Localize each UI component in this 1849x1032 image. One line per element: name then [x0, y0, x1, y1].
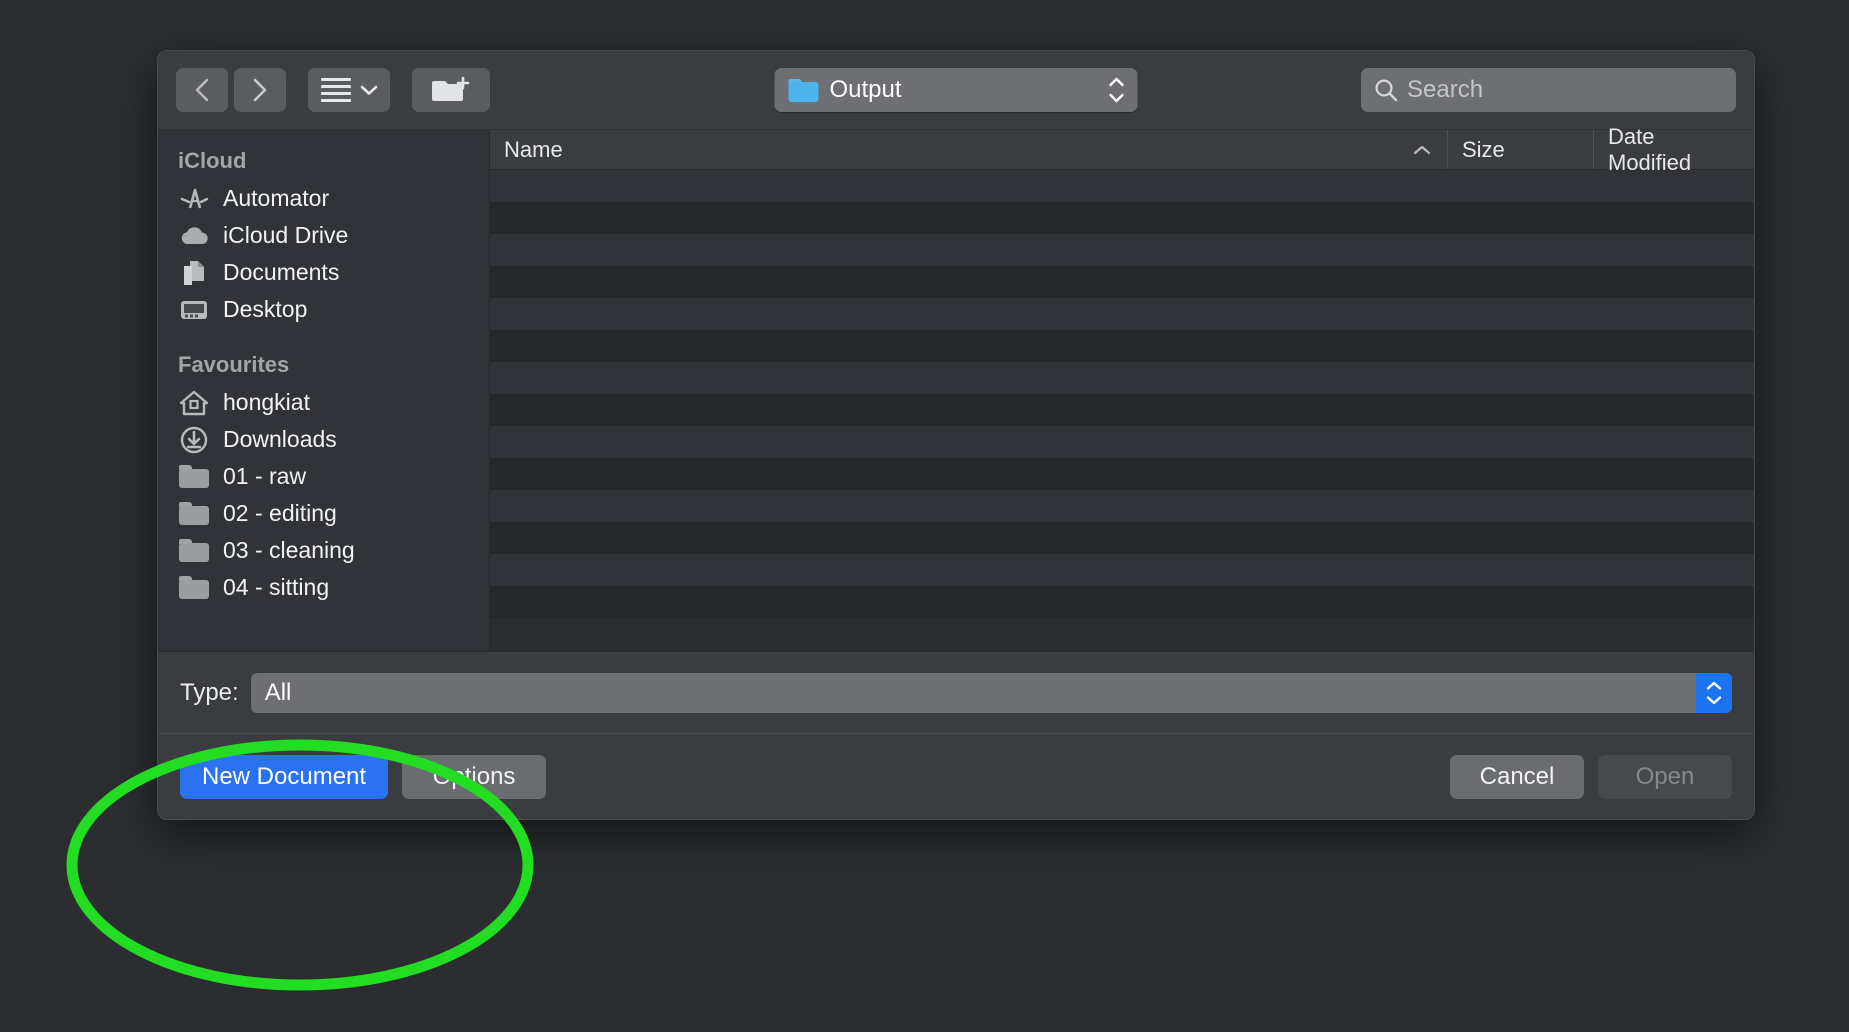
- sidebar-item-label: Automator: [223, 185, 330, 211]
- table-row[interactable]: [490, 586, 1754, 618]
- sidebar-item-label: iCloud Drive: [223, 222, 349, 248]
- table-row[interactable]: [490, 202, 1754, 234]
- sidebar-item-label: hongkiat: [223, 389, 310, 415]
- cloud-icon: [178, 222, 210, 250]
- sidebar-item-03-cleaning[interactable]: 03 - cleaning: [158, 532, 489, 569]
- sidebar-item-label: Downloads: [223, 426, 337, 452]
- downloads-icon: [178, 426, 210, 454]
- table-row[interactable]: [490, 234, 1754, 266]
- table-row[interactable]: [490, 490, 1754, 522]
- chevron-down-icon: [360, 85, 377, 95]
- folder-icon: [178, 574, 210, 602]
- desktop-icon: [178, 296, 210, 324]
- sidebar-item-desktop[interactable]: Desktop: [158, 291, 489, 328]
- sidebar-item-04-sitting[interactable]: 04 - sitting: [158, 569, 489, 606]
- type-filter-label: Type:: [180, 678, 239, 706]
- file-list-rows[interactable]: [490, 170, 1754, 651]
- navigation-buttons: [176, 68, 286, 112]
- column-header-label: Name: [504, 136, 563, 162]
- new-document-button[interactable]: New Document: [180, 754, 389, 799]
- sidebar-item-downloads[interactable]: Downloads: [158, 421, 489, 458]
- sidebar-item-02-editing[interactable]: 02 - editing: [158, 495, 489, 532]
- stepper-up-down-icon: [1106, 77, 1128, 103]
- open-file-dialog: Output Search iCloud Automator iCloud Dr…: [157, 50, 1755, 820]
- column-header-label: Date Modified: [1608, 123, 1692, 175]
- folder-icon: [178, 463, 210, 491]
- sidebar-item-label: 01 - raw: [223, 463, 307, 489]
- back-button[interactable]: [176, 68, 228, 112]
- documents-icon: [178, 259, 210, 287]
- options-button[interactable]: Options: [402, 754, 547, 799]
- sidebar[interactable]: iCloud Automator iCloud Drive Documents …: [158, 130, 490, 651]
- list-view-icon: [320, 78, 351, 102]
- sidebar-item-01-raw[interactable]: 01 - raw: [158, 458, 489, 495]
- sidebar-section-icloud-title: iCloud: [178, 148, 247, 173]
- search-input[interactable]: Search: [1361, 68, 1736, 112]
- search-placeholder: Search: [1407, 76, 1484, 103]
- sidebar-item-label: Desktop: [223, 296, 308, 322]
- stepper-up-down-icon[interactable]: [1696, 672, 1732, 713]
- new-folder-icon: [432, 76, 470, 101]
- column-header-date-modified[interactable]: Date Modified: [1594, 124, 1754, 175]
- column-header-size[interactable]: Size: [1448, 130, 1594, 169]
- dialog-body: iCloud Automator iCloud Drive Documents …: [158, 124, 1754, 651]
- type-filter-select[interactable]: All: [250, 672, 1732, 713]
- table-row[interactable]: [490, 362, 1754, 394]
- column-header-label: Size: [1462, 136, 1505, 162]
- table-row[interactable]: [490, 330, 1754, 362]
- forward-button[interactable]: [234, 68, 286, 112]
- sidebar-item-automator[interactable]: Automator: [158, 180, 489, 217]
- column-header-name[interactable]: Name: [490, 130, 1448, 169]
- sidebar-item-label: 04 - sitting: [223, 574, 330, 600]
- sidebar-item-documents[interactable]: Documents: [158, 254, 489, 291]
- table-row[interactable]: [490, 522, 1754, 554]
- home-icon: [178, 389, 210, 417]
- sidebar-item-hongkiat[interactable]: hongkiat: [158, 384, 489, 421]
- dialog-action-bar: New Document Options Cancel Open: [158, 733, 1754, 819]
- search-icon: [1375, 79, 1398, 102]
- chevron-right-icon: [253, 78, 267, 102]
- screen: Output Search iCloud Automator iCloud Dr…: [0, 0, 1849, 1032]
- table-row[interactable]: [490, 298, 1754, 330]
- file-list-pane: Name Size Date Modified: [490, 124, 1754, 651]
- file-list-header: Name Size Date Modified: [490, 124, 1754, 175]
- folder-icon: [178, 500, 210, 528]
- new-folder-button[interactable]: [412, 68, 490, 112]
- table-row[interactable]: [490, 554, 1754, 586]
- cancel-button[interactable]: Cancel: [1450, 754, 1584, 799]
- sidebar-item-label: 02 - editing: [223, 500, 337, 526]
- sidebar-section-favourites-title: Favourites: [178, 352, 290, 377]
- current-folder-label: Output: [829, 76, 902, 103]
- open-button: Open: [1598, 754, 1732, 799]
- table-row[interactable]: [490, 426, 1754, 458]
- type-filter-value: All: [264, 678, 292, 706]
- type-filter-bar: Type: All: [158, 651, 1754, 733]
- table-row[interactable]: [490, 394, 1754, 426]
- folder-icon: [178, 537, 210, 565]
- table-row[interactable]: [490, 170, 1754, 202]
- sidebar-item-label: 03 - cleaning: [223, 537, 355, 563]
- dialog-toolbar: Output Search: [158, 51, 1754, 129]
- folder-icon: [788, 78, 819, 102]
- view-options-button[interactable]: [308, 68, 390, 112]
- table-row[interactable]: [490, 266, 1754, 298]
- chevron-left-icon: [195, 78, 209, 102]
- automator-icon: [178, 185, 210, 213]
- sidebar-item-label: Documents: [223, 259, 340, 285]
- sidebar-item-icloud-drive[interactable]: iCloud Drive: [158, 217, 489, 254]
- path-popup-button[interactable]: Output: [774, 68, 1138, 112]
- table-row[interactable]: [490, 458, 1754, 490]
- caret-up-icon: [1413, 145, 1431, 154]
